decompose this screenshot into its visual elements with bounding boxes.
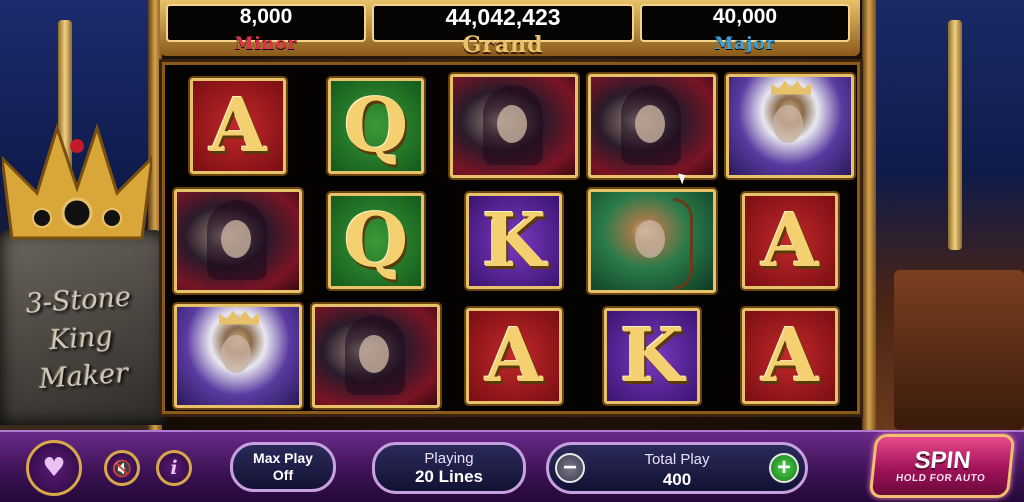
symbol-king	[174, 303, 302, 408]
symbol-letter: A	[209, 82, 267, 169]
spin-button[interactable]: SPIN HOLD FOR AUTO	[868, 434, 1016, 498]
lines-selector[interactable]: Playing 20 Lines	[372, 442, 526, 494]
reel-cell: K	[445, 184, 583, 297]
symbol-archer	[588, 188, 716, 293]
minor-jackpot: 8,000 Minor	[166, 4, 366, 54]
grand-jackpot-value: 44,042,423	[445, 3, 561, 30]
symbol-letter: Q	[343, 197, 409, 284]
reel-cell	[445, 69, 583, 182]
reel-cell	[307, 299, 445, 412]
total-play-label: Total Play	[644, 451, 710, 468]
total-play-value: 400	[662, 470, 692, 489]
symbol-a: A	[742, 307, 838, 404]
control-bar: ♥ 🔇 i Max Play Off Playing 20 Lines − To…	[0, 430, 1024, 502]
heart-icon: ♥	[42, 453, 66, 483]
symbol-k: K	[466, 192, 562, 289]
symbol-sorcerer	[312, 303, 440, 408]
symbol-letter: K	[619, 312, 685, 399]
reel-cell: A	[445, 299, 583, 412]
max-play-state: Off	[272, 467, 294, 483]
crown-icon	[2, 123, 152, 240]
symbol-letter: A	[761, 312, 819, 399]
reel-grid: AQQKAAKA	[169, 69, 859, 412]
reel-cell: A	[721, 299, 859, 412]
reel-cell: A	[169, 69, 307, 182]
major-jackpot: 40,000 Major	[640, 4, 850, 54]
spin-sublabel: HOLD FOR AUTO	[895, 472, 986, 484]
symbol-a: A	[742, 192, 838, 289]
plus-icon: +	[776, 454, 791, 481]
reel-cell: K	[583, 299, 721, 412]
reel-cell	[583, 184, 721, 297]
symbol-q: Q	[328, 77, 424, 174]
right-scenery	[864, 0, 1024, 430]
reel-cell: Q	[307, 69, 445, 182]
reel-cell	[169, 299, 307, 412]
right-pillar	[862, 0, 876, 430]
spin-label: SPIN	[913, 446, 973, 474]
reel-cell: Q	[307, 184, 445, 297]
symbol-k: K	[604, 307, 700, 404]
major-jackpot-label: Major	[714, 34, 776, 54]
throne-image	[894, 270, 1024, 430]
sword-icon	[948, 20, 962, 250]
symbol-letter: Q	[343, 82, 409, 169]
symbol-sorcerer	[174, 188, 302, 293]
grand-jackpot: 44,042,423 Grand	[372, 3, 634, 58]
symbol-letter: A	[485, 312, 543, 399]
symbol-sorcerer	[588, 73, 716, 178]
info-button[interactable]: i	[156, 450, 192, 486]
major-jackpot-value: 40,000	[712, 5, 778, 28]
game-title: 3-Stone King Maker	[2, 277, 160, 401]
favorite-button[interactable]: ♥	[26, 440, 82, 496]
symbol-a: A	[190, 77, 286, 174]
increase-bet-button[interactable]: +	[769, 453, 799, 483]
info-icon: i	[170, 457, 178, 479]
speaker-muted-icon: 🔇	[112, 458, 132, 478]
lines-label: Playing	[424, 449, 474, 467]
lines-value: 20 Lines	[414, 466, 484, 486]
minor-jackpot-label: Minor	[234, 34, 298, 54]
symbol-q: Q	[328, 192, 424, 289]
jackpot-bar: 8,000 Minor 44,042,423 Grand 40,000 Majo…	[160, 0, 860, 58]
max-play-label: Max Play	[253, 450, 313, 466]
reel-cell	[169, 184, 307, 297]
symbol-a: A	[466, 307, 562, 404]
symbol-letter: A	[761, 197, 819, 284]
symbol-letter: K	[481, 197, 547, 284]
mute-button[interactable]: 🔇	[104, 450, 140, 486]
total-play-stepper: − Total Play 400 +	[546, 442, 808, 494]
minor-jackpot-value: 8,000	[239, 5, 293, 28]
max-play-button[interactable]: Max Play Off	[230, 442, 336, 492]
reel-cell	[583, 69, 721, 182]
reel-window: AQQKAAKA	[162, 62, 860, 414]
symbol-king	[726, 73, 854, 178]
reel-cell: A	[721, 184, 859, 297]
grand-jackpot-label: Grand	[462, 32, 544, 58]
symbol-sorcerer	[450, 73, 578, 178]
reel-cell	[721, 69, 859, 182]
